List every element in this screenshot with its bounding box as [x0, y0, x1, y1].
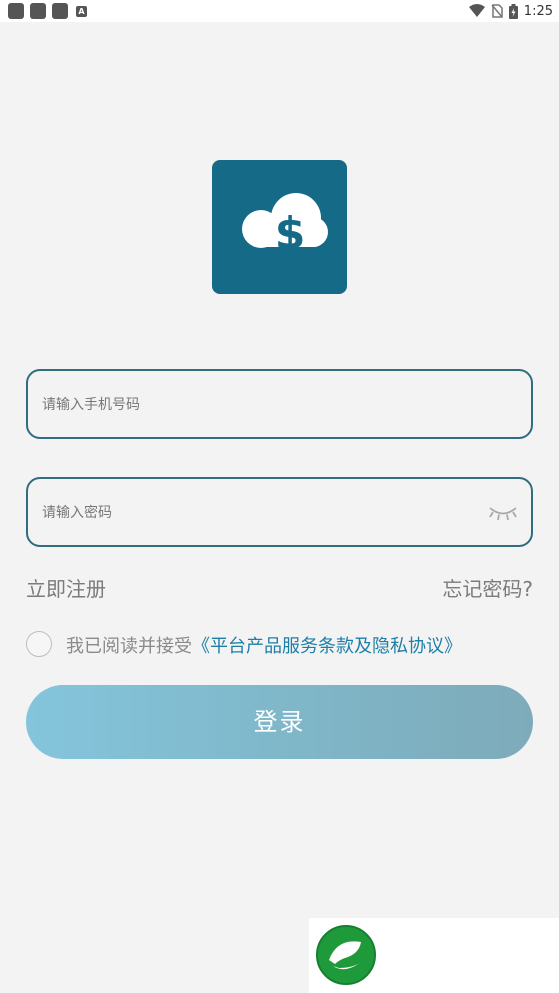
agreement-prefix: 我已阅读并接受	[66, 636, 192, 657]
agreement-text: 我已阅读并接受《平台产品服务条款及隐私协议》	[66, 632, 462, 658]
login-screen: A 1:25 $ 请输入手机号码 立即注册 忘记密码? 我已阅读并接受《平台产品…	[0, 0, 559, 993]
register-link[interactable]: 立即注册	[26, 573, 106, 602]
status-bar-system: 1:25	[468, 2, 553, 20]
phone-field[interactable]	[26, 369, 533, 439]
eye-closed-icon[interactable]	[487, 499, 519, 525]
a-badge-icon: A	[76, 5, 87, 17]
agreement-checkbox[interactable]	[26, 631, 52, 657]
wifi-icon	[468, 4, 485, 17]
status-time: 1:25	[523, 3, 553, 19]
notification-icon	[8, 3, 24, 19]
phone-input[interactable]	[40, 371, 484, 439]
notification-icon	[30, 3, 46, 19]
forgot-password-link[interactable]: 忘记密码?	[442, 573, 533, 602]
password-field[interactable]	[26, 477, 533, 547]
green-leaf-logo-icon	[316, 925, 376, 985]
status-bar: A 1:25	[0, 0, 559, 22]
status-bar-notifications: A	[8, 3, 87, 19]
cloud-dollar-icon: $	[242, 193, 328, 259]
app-logo: $	[212, 160, 347, 294]
notification-icon	[52, 3, 68, 19]
password-input[interactable]	[40, 479, 484, 547]
svg-text:$: $	[275, 208, 306, 259]
no-sim-icon	[491, 4, 503, 18]
login-button[interactable]: 登录	[26, 685, 533, 759]
battery-charging-icon	[508, 3, 518, 19]
brand-badge	[309, 918, 559, 993]
agreement-link[interactable]: 《平台产品服务条款及隐私协议》	[192, 636, 462, 657]
